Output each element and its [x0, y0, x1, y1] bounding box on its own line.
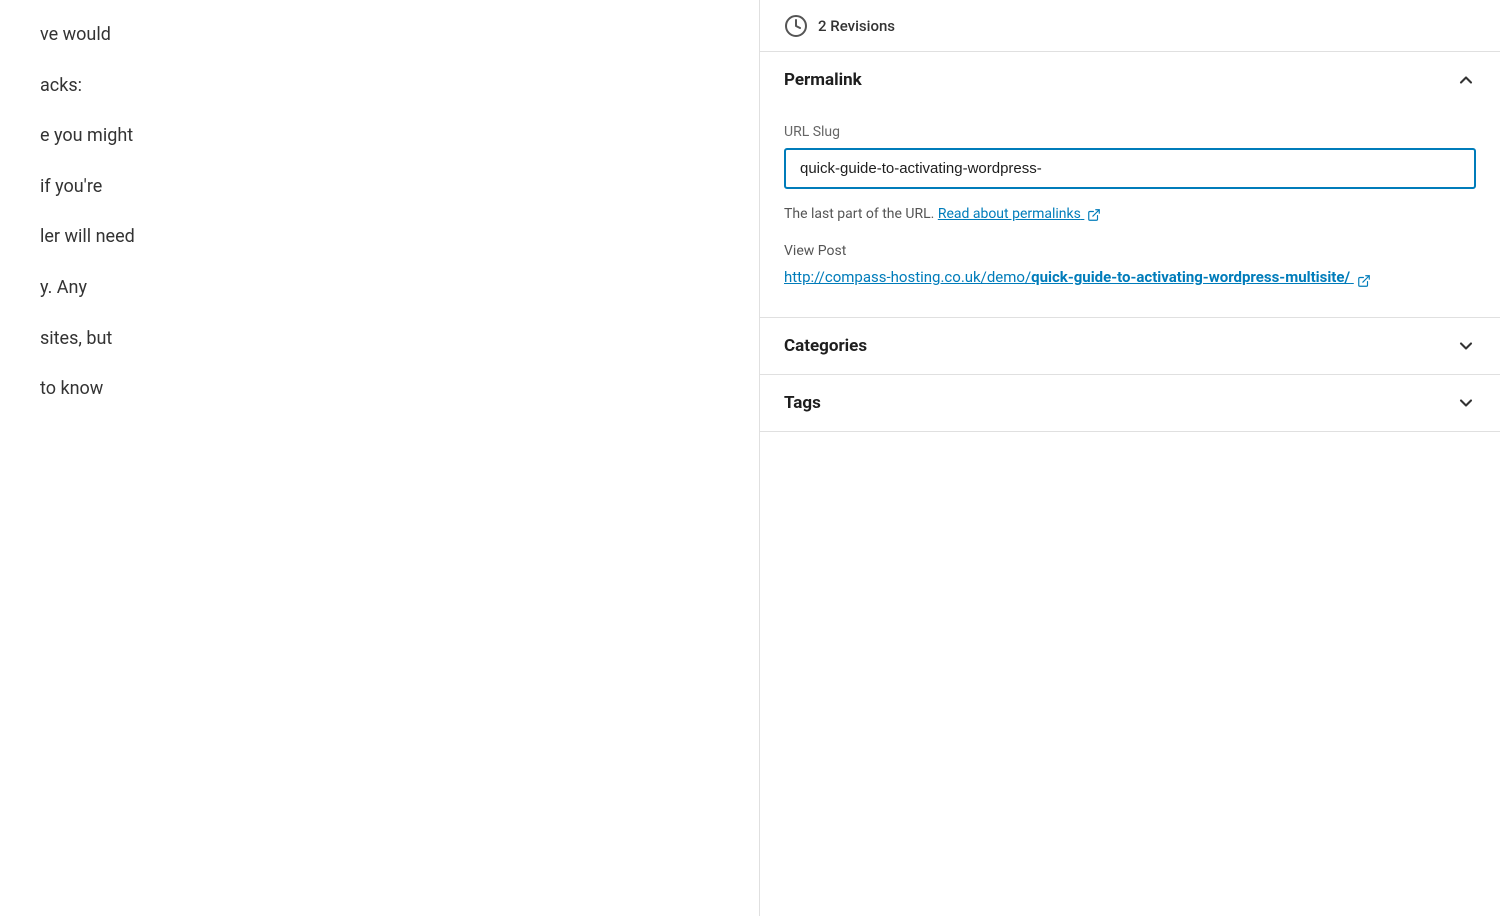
- text-line-1: ve would: [40, 20, 719, 51]
- chevron-down-icon-categories: [1456, 336, 1476, 356]
- view-post-external-link-icon: [1357, 271, 1371, 285]
- tags-header[interactable]: Tags: [760, 375, 1500, 431]
- text-line-5: ler will need: [40, 222, 719, 253]
- clock-icon: [784, 14, 808, 38]
- text-line-3: e you might: [40, 121, 719, 152]
- tags-title: Tags: [784, 393, 821, 413]
- text-line-2: acks:: [40, 71, 719, 102]
- view-post-url-bold: quick-guide-to-activating-wordpress-mult…: [1031, 268, 1350, 286]
- tags-section: Tags: [760, 375, 1500, 432]
- categories-title: Categories: [784, 336, 867, 356]
- permalink-title: Permalink: [784, 70, 862, 90]
- view-post-label: View Post: [784, 243, 1476, 259]
- left-panel: ve would acks: e you might if you're ler…: [0, 0, 760, 916]
- view-post-url-plain: http://compass-hosting.co.uk/demo/: [784, 268, 1031, 286]
- external-link-icon: [1087, 207, 1101, 221]
- text-line-6: y. Any: [40, 273, 719, 304]
- text-line-4: if you're: [40, 172, 719, 203]
- text-line-8: to know: [40, 374, 719, 405]
- permalink-body: URL Slug The last part of the URL. Read …: [760, 108, 1500, 317]
- chevron-down-icon-tags: [1456, 393, 1476, 413]
- categories-header[interactable]: Categories: [760, 318, 1500, 374]
- revisions-bar[interactable]: 2 Revisions: [760, 0, 1500, 52]
- url-slug-label: URL Slug: [784, 124, 1476, 140]
- read-about-permalinks-link[interactable]: Read about permalinks: [938, 206, 1102, 222]
- permalink-help-text: The last part of the URL. Read about per…: [784, 203, 1476, 225]
- permalink-header[interactable]: Permalink: [760, 52, 1500, 108]
- permalink-section: Permalink URL Slug The last part of the …: [760, 52, 1500, 318]
- text-line-7: sites, but: [40, 324, 719, 355]
- url-slug-input[interactable]: [784, 148, 1476, 189]
- right-panel: 2 Revisions Permalink URL Slug The last …: [760, 0, 1500, 916]
- categories-section: Categories: [760, 318, 1500, 375]
- chevron-up-icon: [1456, 70, 1476, 90]
- revisions-label: 2 Revisions: [818, 17, 895, 35]
- content-text: ve would acks: e you might if you're ler…: [40, 20, 719, 405]
- view-post-link[interactable]: http://compass-hosting.co.uk/demo/quick-…: [784, 268, 1371, 286]
